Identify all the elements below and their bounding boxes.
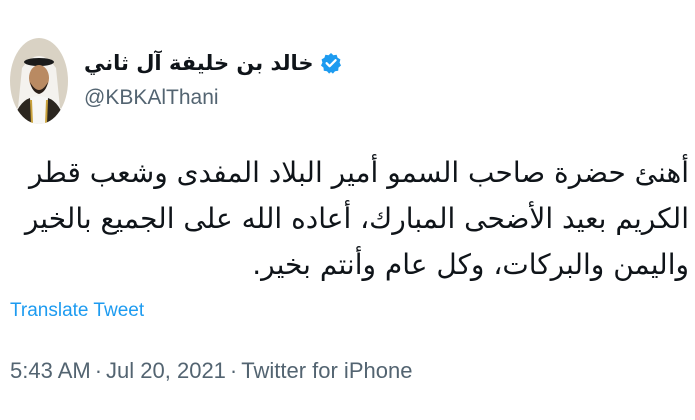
translate-tweet-link[interactable]: Translate Tweet <box>10 300 144 322</box>
display-name[interactable]: خالد بن خليفة آل ثاني <box>84 46 314 80</box>
tweet-time[interactable]: 5:43 AM <box>10 358 91 383</box>
tweet-meta: 5:43 AM · Jul 20, 2021 · Twitter for iPhone <box>10 358 412 384</box>
display-name-row: خالد بن خليفة آل ثاني <box>84 46 342 80</box>
meta-separator: · <box>229 358 238 383</box>
tweet-header: خالد بن خليفة آل ثاني @KBKAlThani <box>10 38 685 124</box>
tweet-text: أهنئ حضرة صاحب السمو أمير البلاد المفدى … <box>24 156 689 281</box>
tweet-source[interactable]: Twitter for iPhone <box>241 358 412 383</box>
user-block[interactable]: خالد بن خليفة آل ثاني @KBKAlThani <box>84 38 341 118</box>
meta-separator: · <box>94 358 103 383</box>
verified-badge-icon <box>320 52 342 74</box>
avatar[interactable] <box>10 38 68 124</box>
tweet-date[interactable]: Jul 20, 2021 <box>106 358 226 383</box>
person-avatar-icon <box>10 38 68 124</box>
user-handle[interactable]: @KBKAlThani <box>84 86 219 110</box>
